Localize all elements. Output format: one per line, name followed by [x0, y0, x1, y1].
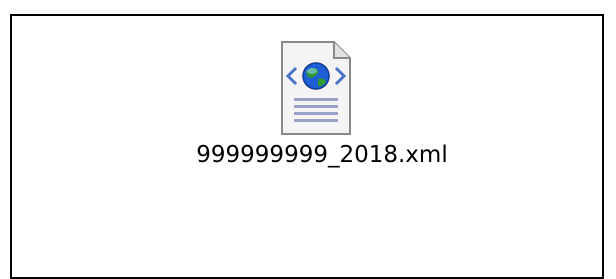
file-item[interactable]: 999999999_2018.xml	[122, 38, 522, 228]
xml-file-globe-icon	[281, 41, 351, 135]
file-name-label: 999999999_2018.xml	[196, 142, 448, 168]
file-view-frame: 999999999_2018.xml	[10, 14, 604, 279]
